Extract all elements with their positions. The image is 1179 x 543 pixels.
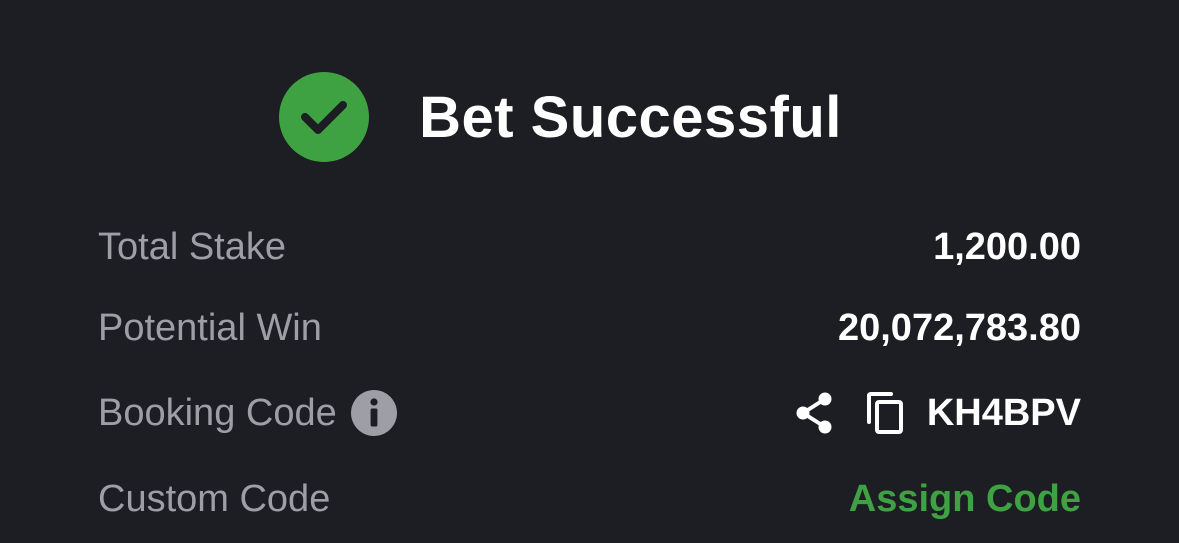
total-stake-label: Total Stake bbox=[98, 225, 286, 268]
info-icon[interactable] bbox=[350, 390, 397, 436]
bet-success-panel: Bet Successful Total Stake 1,200.00 Pote… bbox=[0, 0, 1179, 543]
booking-code-row: Booking Code KH4BPV bbox=[98, 383, 1081, 443]
potential-win-value: 20,072,783.80 bbox=[837, 306, 1081, 349]
booking-code-value-group: KH4BPV bbox=[793, 390, 1081, 436]
booking-code-label: Booking Code bbox=[98, 391, 337, 434]
copy-icon[interactable] bbox=[863, 390, 905, 436]
total-stake-value: 1,200.00 bbox=[933, 225, 1081, 268]
page-title: Bet Successful bbox=[419, 84, 842, 150]
potential-win-row: Potential Win 20,072,783.80 bbox=[98, 298, 1081, 358]
booking-code-label-group: Booking Code bbox=[98, 390, 397, 436]
custom-code-row: Custom Code Assign Code bbox=[98, 469, 1081, 529]
total-stake-row: Total Stake 1,200.00 bbox=[98, 217, 1081, 277]
booking-code-value[interactable]: KH4BPV bbox=[927, 392, 1081, 435]
potential-win-label: Potential Win bbox=[98, 306, 322, 349]
check-circle-icon bbox=[279, 72, 370, 162]
share-icon[interactable] bbox=[793, 390, 835, 436]
bet-success-header: Bet Successful bbox=[0, 72, 1179, 162]
custom-code-label: Custom Code bbox=[98, 477, 331, 520]
assign-code-button[interactable]: Assign Code bbox=[849, 478, 1081, 521]
